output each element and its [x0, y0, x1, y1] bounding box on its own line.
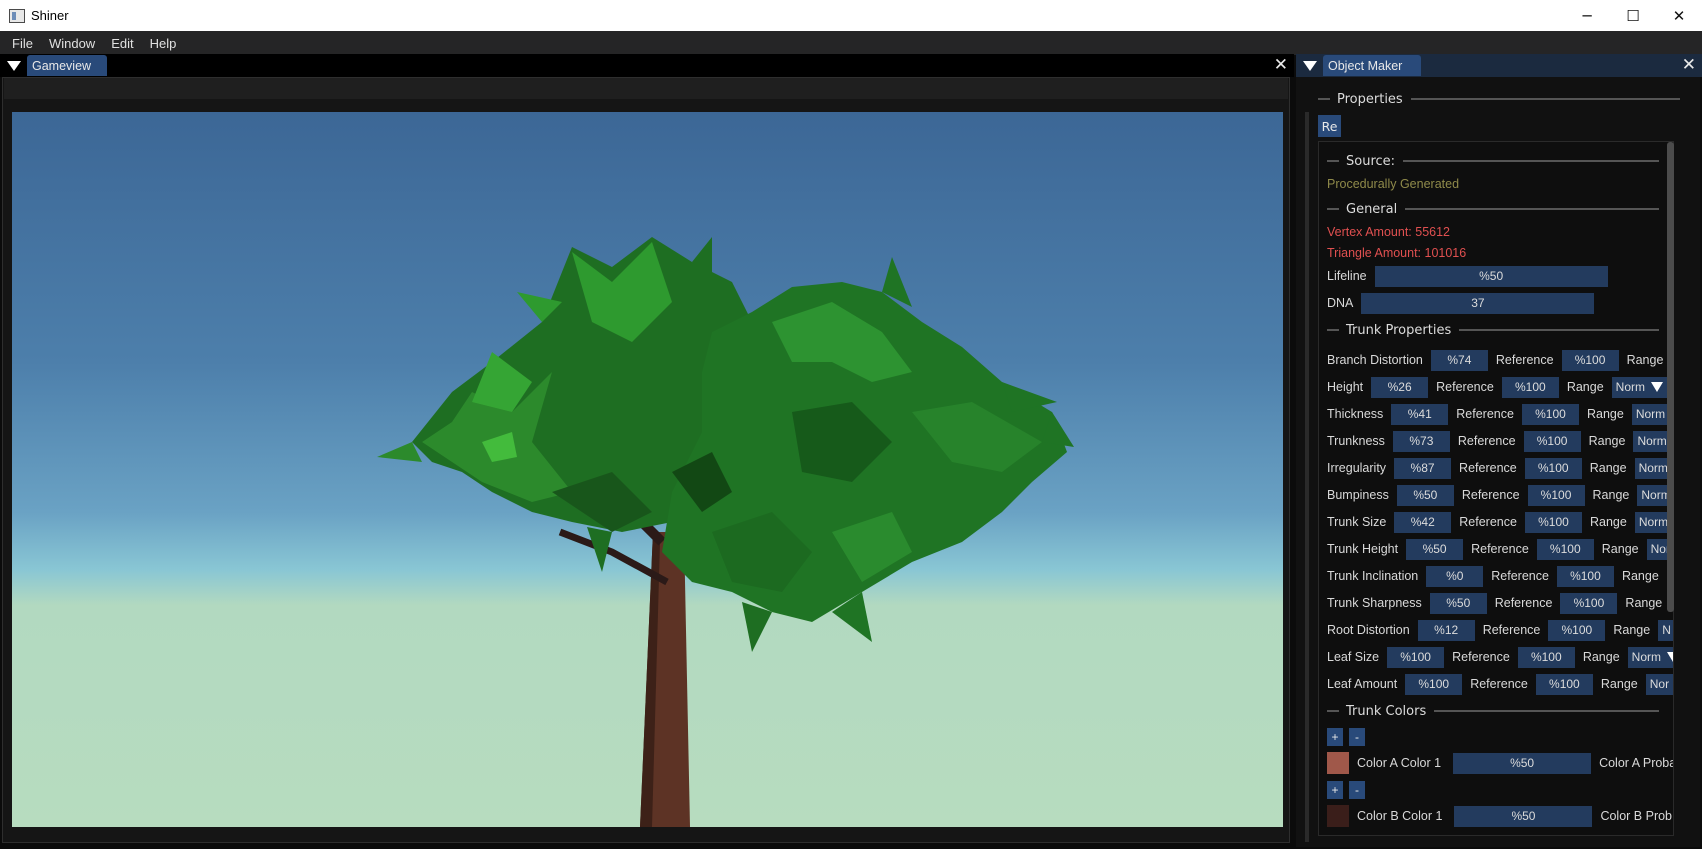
trunkness-reference[interactable]: %100 [1523, 430, 1581, 452]
scene-viewport[interactable] [12, 112, 1283, 827]
root-distortion-slider[interactable]: %12 [1417, 619, 1475, 641]
trunkness-slider[interactable]: %73 [1392, 430, 1450, 452]
thickness-reference[interactable]: %100 [1521, 403, 1579, 425]
root-distortion-reference[interactable]: %100 [1548, 619, 1606, 641]
bumpiness-reference[interactable]: %100 [1527, 484, 1585, 506]
branch-distortion-slider[interactable]: %74 [1430, 349, 1488, 371]
leaf-amount-range-dropdown[interactable]: Nor [1645, 673, 1673, 695]
gameview-tabbar: Gameview ✕ [0, 54, 1294, 77]
trunk-inclination-slider[interactable]: %0 [1426, 565, 1484, 587]
dna-field[interactable]: 37 [1361, 292, 1595, 314]
chevron-down-icon [1667, 652, 1673, 662]
irregularity-reference[interactable]: %100 [1524, 457, 1582, 479]
add-color-a-button[interactable]: + [1327, 728, 1343, 746]
vertex-amount: Vertex Amount: 55612 [1327, 225, 1451, 239]
window-titlebar: Shiner ─ ☐ ✕ [0, 0, 1702, 31]
properties-header: Properties [1318, 89, 1680, 109]
bumpiness-slider[interactable]: %50 [1396, 484, 1454, 506]
minimize-button[interactable]: ─ [1564, 0, 1610, 31]
height-reference[interactable]: %100 [1501, 376, 1559, 398]
trunk-row-leaf-size: Leaf Size %100 Reference %100 Range Norm [1327, 646, 1673, 668]
trunk-row-root-distortion: Root Distortion %12 Reference %100 Range… [1327, 619, 1673, 641]
trunk-row-thickness: Thickness %41 Reference %100 Range Norm [1327, 403, 1673, 425]
dna-label: DNA [1327, 296, 1354, 310]
trunk-sharpness-reference[interactable]: %100 [1560, 592, 1618, 614]
tab-gameview[interactable]: Gameview [27, 55, 107, 76]
trunk-row-branch-distortion: Branch Distortion %74 Reference %100 Ran… [1327, 349, 1671, 371]
menu-file[interactable]: File [4, 36, 41, 51]
properties-scroll-area[interactable]: Source: Procedurally Generated General V… [1318, 141, 1674, 836]
panel-menu-icon[interactable] [1303, 60, 1317, 71]
trunk-row-bumpiness: Bumpiness %50 Reference %100 Range Norm [1327, 484, 1673, 506]
remove-color-a-button[interactable]: - [1349, 728, 1365, 746]
trunk-row-height: Height %26 Reference %100 Range Norm [1327, 376, 1668, 398]
re-button[interactable]: Re [1318, 115, 1341, 137]
root-distortion-range-dropdown[interactable]: N [1658, 619, 1673, 641]
source-value: Procedurally Generated [1327, 177, 1460, 191]
trunk-row-trunk-inclination: Trunk Inclination %0 Reference %100 Rang… [1327, 565, 1667, 587]
height-slider[interactable]: %26 [1371, 376, 1429, 398]
menubar: File Window Edit Help [0, 31, 1702, 55]
properties-scrollbar[interactable] [1667, 142, 1674, 612]
panel-menu-icon[interactable] [7, 60, 21, 71]
trunk-properties-header: Trunk Properties [1327, 320, 1659, 340]
thickness-slider[interactable]: %41 [1391, 403, 1449, 425]
trunk-sharpness-slider[interactable]: %50 [1429, 592, 1487, 614]
trunk-height-slider[interactable]: %50 [1406, 538, 1464, 560]
trunk-size-reference[interactable]: %100 [1524, 511, 1582, 533]
outer-scrollbar[interactable] [1305, 112, 1309, 842]
tab-object-maker[interactable]: Object Maker [1323, 55, 1421, 76]
color-b-slider[interactable]: %50 [1454, 805, 1593, 827]
gameview-toolbar [4, 78, 1288, 99]
trunk-row-trunk-size: Trunk Size %42 Reference %100 Range Norm [1327, 511, 1673, 533]
color-a-slider[interactable]: %50 [1453, 752, 1592, 774]
maximize-button[interactable]: ☐ [1610, 0, 1656, 31]
menu-edit[interactable]: Edit [103, 36, 141, 51]
close-window-button[interactable]: ✕ [1656, 0, 1702, 31]
trunk-inclination-reference[interactable]: %100 [1556, 565, 1614, 587]
remove-color-b-button[interactable]: - [1349, 781, 1365, 799]
object-maker-tabbar: Object Maker ✕ [1296, 54, 1702, 77]
trunk-row-trunk-sharpness: Trunk Sharpness %50 Reference %100 Range [1327, 592, 1670, 614]
tree-render [377, 237, 1074, 827]
chevron-down-icon [1651, 382, 1664, 392]
source-header: Source: [1327, 151, 1659, 171]
trunk-row-irregularity: Irregularity %87 Reference %100 Range No… [1327, 457, 1673, 479]
color-a-row: Color A Color 1 %50 Color A Proba [1327, 752, 1673, 774]
trunk-height-reference[interactable]: %100 [1536, 538, 1594, 560]
close-icon[interactable]: ✕ [1274, 56, 1288, 74]
color-b-row: Color B Color 1 %50 Color B Prob [1327, 805, 1673, 827]
lifeline-label: Lifeline [1327, 269, 1367, 283]
close-icon[interactable]: ✕ [1682, 56, 1696, 74]
trunk-row-trunk-height: Trunk Height %50 Reference %100 Range No… [1327, 538, 1673, 560]
lifeline-slider[interactable]: %50 [1374, 265, 1608, 287]
leaf-size-reference[interactable]: %100 [1517, 646, 1575, 668]
general-header: General [1327, 199, 1659, 219]
color-b-swatch[interactable] [1327, 805, 1349, 827]
color-b-buttons: + - [1327, 779, 1371, 801]
trunk-row-trunkness: Trunkness %73 Reference %100 Range Norm [1327, 430, 1673, 452]
leaf-amount-slider[interactable]: %100 [1405, 673, 1463, 695]
menu-window[interactable]: Window [41, 36, 103, 51]
add-color-b-button[interactable]: + [1327, 781, 1343, 799]
trunk-size-slider[interactable]: %42 [1394, 511, 1452, 533]
menu-help[interactable]: Help [142, 36, 185, 51]
color-a-buttons: + - [1327, 726, 1371, 748]
leaf-amount-reference[interactable]: %100 [1535, 673, 1593, 695]
lifeline-row: Lifeline %50 [1327, 265, 1608, 287]
color-a-swatch[interactable] [1327, 752, 1349, 774]
window-title: Shiner [31, 8, 69, 23]
trunk-colors-header: Trunk Colors [1327, 701, 1659, 721]
irregularity-slider[interactable]: %87 [1394, 457, 1452, 479]
branch-distortion-reference[interactable]: %100 [1561, 349, 1619, 371]
leaf-size-range-dropdown[interactable]: Norm [1627, 646, 1673, 668]
app-icon [9, 8, 25, 23]
dna-row: DNA 37 [1327, 292, 1595, 314]
triangle-amount: Triangle Amount: 101016 [1327, 246, 1467, 260]
trunk-row-leaf-amount: Leaf Amount %100 Reference %100 Range No… [1327, 673, 1673, 695]
height-range-dropdown[interactable]: Norm [1611, 376, 1668, 398]
leaf-size-slider[interactable]: %100 [1387, 646, 1445, 668]
